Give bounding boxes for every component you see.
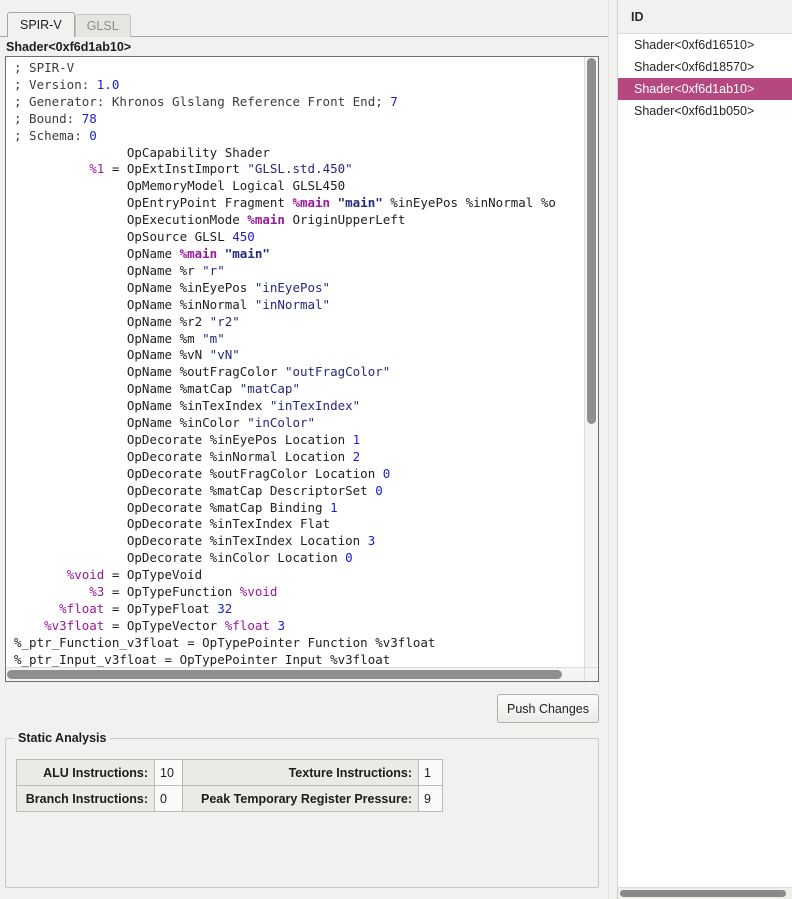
analysis-value: 10 [155, 760, 183, 786]
code-line: OpDecorate %outFragColor Location 0 [14, 466, 584, 483]
tab-spirv[interactable]: SPIR-V [7, 12, 75, 37]
code-line: OpName %inColor "inColor" [14, 415, 584, 432]
static-analysis-frame: Static Analysis ALU Instructions:10Textu… [5, 731, 599, 888]
code-line: OpDecorate %inEyePos Location 1 [14, 432, 584, 449]
code-line: OpName %inNormal "inNormal" [14, 297, 584, 314]
shader-id-item[interactable]: Shader<0xf6d1ab10> [618, 78, 792, 100]
code-line: ; Bound: 78 [14, 111, 584, 128]
code-line: OpName %r "r" [14, 263, 584, 280]
code-line: OpDecorate %matCap Binding 1 [14, 500, 584, 517]
code-line: %float = OpTypeFloat 32 [14, 601, 584, 618]
horizontal-scrollbar-thumb[interactable] [7, 670, 562, 679]
id-column-header[interactable]: ID [618, 0, 792, 34]
code-line: ; SPIR-V [14, 60, 584, 77]
code-line: %void = OpTypeVoid [14, 567, 584, 584]
analysis-label: Branch Instructions: [17, 786, 155, 812]
code-editor: ; SPIR-V; Version: 1.0; Generator: Khron… [5, 56, 599, 682]
code-line: OpDecorate %inTexIndex Location 3 [14, 533, 584, 550]
code-line: OpName %main "main" [14, 246, 584, 263]
code-line: OpName %inTexIndex "inTexIndex" [14, 398, 584, 415]
analysis-value: 1 [419, 760, 443, 786]
shader-id-item[interactable]: Shader<0xf6d1b050> [618, 100, 792, 122]
code-line: OpDecorate %inTexIndex Flat [14, 516, 584, 533]
code-line: OpExecutionMode %main OriginUpperLeft [14, 212, 584, 229]
analysis-value: 0 [155, 786, 183, 812]
code-line: OpName %matCap "matCap" [14, 381, 584, 398]
code-line: ; Generator: Khronos Glslang Reference F… [14, 94, 584, 111]
shader-id-list: Shader<0xf6d16510>Shader<0xf6d18570>Shad… [618, 34, 792, 122]
id-list-horizontal-scrollbar[interactable] [618, 887, 792, 899]
tab-bar: SPIR-V GLSL [0, 9, 608, 37]
code-line: OpName %vN "vN" [14, 347, 584, 364]
analysis-label: Texture Instructions: [183, 760, 419, 786]
shader-title: Shader<0xf6d1ab10> [6, 40, 131, 54]
push-changes-button[interactable]: Push Changes [497, 694, 599, 723]
vertical-scrollbar-thumb[interactable] [587, 58, 596, 424]
code-line: %v3float = OpTypeVector %float 3 [14, 618, 584, 635]
code-line: OpDecorate %inNormal Location 2 [14, 449, 584, 466]
code-line: %_ptr_Input_v3float = OpTypePointer Inpu… [14, 652, 584, 667]
code-line: ; Schema: 0 [14, 128, 584, 145]
code-line: OpSource GLSL 450 [14, 229, 584, 246]
code-line: OpCapability Shader [14, 145, 584, 162]
code-text[interactable]: ; SPIR-V; Version: 1.0; Generator: Khron… [6, 57, 584, 667]
shader-list-panel: ID Shader<0xf6d16510>Shader<0xf6d18570>S… [617, 0, 792, 899]
code-line: OpName %outFragColor "outFragColor" [14, 364, 584, 381]
tab-glsl[interactable]: GLSL [75, 14, 131, 37]
analysis-value: 9 [419, 786, 443, 812]
code-line: OpName %m "m" [14, 331, 584, 348]
code-line: OpMemoryModel Logical GLSL450 [14, 178, 584, 195]
code-line: OpName %inEyePos "inEyePos" [14, 280, 584, 297]
analysis-label: Peak Temporary Register Pressure: [183, 786, 419, 812]
code-line: OpDecorate %matCap DescriptorSet 0 [14, 483, 584, 500]
code-line: OpName %r2 "r2" [14, 314, 584, 331]
code-horizontal-scrollbar[interactable] [6, 667, 584, 681]
static-analysis-table: ALU Instructions:10Texture Instructions:… [16, 759, 443, 812]
code-line: %_ptr_Function_v3float = OpTypePointer F… [14, 635, 584, 652]
panel-splitter[interactable] [608, 0, 617, 899]
code-vertical-scrollbar[interactable] [584, 57, 598, 667]
analysis-label: ALU Instructions: [17, 760, 155, 786]
code-line: ; Version: 1.0 [14, 77, 584, 94]
id-list-scrollbar-thumb[interactable] [620, 890, 786, 897]
scrollbar-corner [584, 667, 598, 681]
code-line: OpEntryPoint Fragment %main "main" %inEy… [14, 195, 584, 212]
shader-id-item[interactable]: Shader<0xf6d16510> [618, 34, 792, 56]
static-analysis-title: Static Analysis [14, 731, 110, 745]
code-line: %1 = OpExtInstImport "GLSL.std.450" [14, 161, 584, 178]
code-line: %3 = OpTypeFunction %void [14, 584, 584, 601]
shader-id-item[interactable]: Shader<0xf6d18570> [618, 56, 792, 78]
code-line: OpDecorate %inColor Location 0 [14, 550, 584, 567]
